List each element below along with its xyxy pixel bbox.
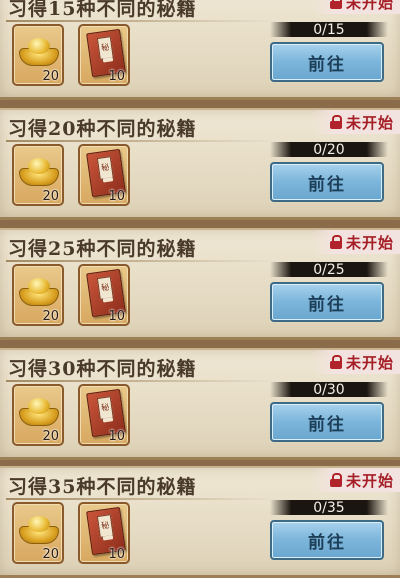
status-badge: 未开始 (312, 230, 400, 254)
go-button[interactable]: 前往 (270, 282, 384, 322)
reward-gold-ingot[interactable]: 20 (12, 144, 64, 206)
go-button[interactable]: 前往 (270, 402, 384, 442)
gold-ingot-icon (19, 398, 59, 430)
lock-icon (329, 355, 342, 369)
task-card: 习得20种不同的秘籍 未开始 20 秘 10 0/20 前往 (0, 108, 400, 220)
lock-icon (329, 235, 342, 249)
reward-gold-ingot[interactable]: 20 (12, 502, 64, 564)
lock-icon (329, 0, 342, 9)
reward-secret-book[interactable]: 秘 10 (78, 384, 130, 446)
status-text: 未开始 (345, 233, 394, 252)
title-divider (6, 20, 276, 22)
reward-count: 10 (108, 547, 125, 562)
progress-bar: 0/25 (270, 261, 388, 278)
progress-bar: 0/35 (270, 499, 388, 516)
reward-count: 20 (42, 547, 59, 562)
status-text: 未开始 (345, 471, 394, 490)
task-title: 习得25种不同的秘籍 (8, 238, 197, 260)
reward-secret-book[interactable]: 秘 10 (78, 24, 130, 86)
title-divider (6, 260, 276, 262)
task-title: 习得35种不同的秘籍 (8, 476, 197, 498)
reward-count: 20 (42, 69, 59, 84)
task-card: 习得25种不同的秘籍 未开始 20 秘 10 0/25 前往 (0, 228, 400, 340)
task-list: 习得15种不同的秘籍 未开始 20 秘 10 0/15 前往 习得20种不同的秘… (0, 0, 400, 578)
reward-secret-book[interactable]: 秘 10 (78, 502, 130, 564)
go-button[interactable]: 前往 (270, 162, 384, 202)
progress-text: 0/25 (313, 261, 345, 278)
title-divider (6, 140, 276, 142)
progress-bar: 0/20 (270, 141, 388, 158)
reward-count: 20 (42, 309, 59, 324)
progress-text: 0/20 (313, 141, 345, 158)
reward-secret-book[interactable]: 秘 10 (78, 144, 130, 206)
task-title: 习得20种不同的秘籍 (8, 118, 197, 140)
go-button-label: 前往 (308, 532, 346, 553)
go-button[interactable]: 前往 (270, 42, 384, 82)
title-divider (6, 380, 276, 382)
reward-gold-ingot[interactable]: 20 (12, 24, 64, 86)
progress-bar: 0/15 (270, 21, 388, 38)
progress-bar: 0/30 (270, 381, 388, 398)
status-badge: 未开始 (312, 350, 400, 374)
gold-ingot-icon (19, 278, 59, 310)
status-badge: 未开始 (312, 110, 400, 134)
reward-count: 20 (42, 189, 59, 204)
task-title: 习得15种不同的秘籍 (8, 0, 197, 20)
status-badge: 未开始 (312, 468, 400, 492)
go-button-label: 前往 (308, 174, 346, 195)
reward-secret-book[interactable]: 秘 10 (78, 264, 130, 326)
reward-count: 10 (108, 189, 125, 204)
task-card: 习得35种不同的秘籍 未开始 20 秘 10 0/35 前往 (0, 466, 400, 578)
progress-text: 0/15 (313, 21, 345, 38)
task-card: 习得30种不同的秘籍 未开始 20 秘 10 0/30 前往 (0, 348, 400, 460)
title-divider (6, 498, 276, 500)
progress-text: 0/35 (313, 499, 345, 516)
progress-text: 0/30 (313, 381, 345, 398)
reward-count: 10 (108, 69, 125, 84)
status-badge: 未开始 (312, 0, 400, 14)
reward-gold-ingot[interactable]: 20 (12, 264, 64, 326)
reward-gold-ingot[interactable]: 20 (12, 384, 64, 446)
status-text: 未开始 (345, 353, 394, 372)
lock-icon (329, 473, 342, 487)
reward-count: 10 (108, 429, 125, 444)
status-text: 未开始 (345, 0, 394, 12)
go-button-label: 前往 (308, 54, 346, 75)
reward-count: 10 (108, 309, 125, 324)
go-button-label: 前往 (308, 294, 346, 315)
reward-count: 20 (42, 429, 59, 444)
status-text: 未开始 (345, 113, 394, 132)
lock-icon (329, 115, 342, 129)
gold-ingot-icon (19, 158, 59, 190)
gold-ingot-icon (19, 516, 59, 548)
go-button-label: 前往 (308, 414, 346, 435)
go-button[interactable]: 前往 (270, 520, 384, 560)
task-card: 习得15种不同的秘籍 未开始 20 秘 10 0/15 前往 (0, 0, 400, 100)
gold-ingot-icon (19, 38, 59, 70)
task-title: 习得30种不同的秘籍 (8, 358, 197, 380)
